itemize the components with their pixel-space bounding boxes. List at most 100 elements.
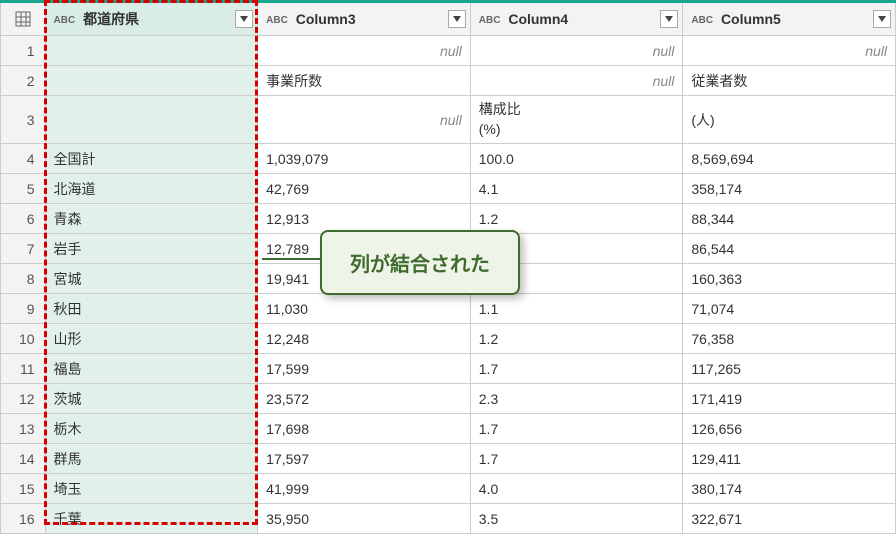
filter-button[interactable] (660, 10, 678, 28)
cell-c4[interactable]: null (470, 66, 683, 96)
cell-c4[interactable]: 3.5 (470, 504, 683, 534)
table-row: 16千葉35,9503.5322,671 (1, 504, 896, 534)
column-header-column3[interactable]: ABC Column3 (258, 2, 471, 36)
row-number[interactable]: 3 (1, 96, 46, 144)
table-row: 13栃木17,6981.7126,656 (1, 414, 896, 444)
cell-c5[interactable]: 358,174 (683, 174, 896, 204)
text-type-icon: ABC (479, 15, 501, 26)
cell-c3[interactable]: null (258, 96, 471, 144)
cell-c5[interactable]: 126,656 (683, 414, 896, 444)
row-number[interactable]: 8 (1, 264, 46, 294)
row-number[interactable]: 12 (1, 384, 46, 414)
cell-c3[interactable]: 17,599 (258, 354, 471, 384)
cell-c5[interactable]: 71,074 (683, 294, 896, 324)
text-type-icon: ABC (266, 15, 288, 26)
column-label: Column4 (508, 11, 568, 27)
cell-prefecture[interactable]: 群馬 (45, 444, 258, 474)
cell-prefecture[interactable]: 岩手 (45, 234, 258, 264)
row-number[interactable]: 16 (1, 504, 46, 534)
null-value: null (691, 43, 887, 59)
row-number[interactable]: 5 (1, 174, 46, 204)
annotation-callout: 列が結合された (320, 230, 520, 295)
null-value: null (266, 112, 462, 128)
cell-prefecture[interactable]: 宮城 (45, 264, 258, 294)
cell-prefecture[interactable] (45, 96, 258, 144)
row-number[interactable]: 2 (1, 66, 46, 96)
cell-c3[interactable]: 23,572 (258, 384, 471, 414)
cell-c3[interactable]: 12,248 (258, 324, 471, 354)
cell-c3[interactable]: 42,769 (258, 174, 471, 204)
null-value: null (479, 43, 675, 59)
cell-c3[interactable]: 17,597 (258, 444, 471, 474)
cell-c4[interactable]: 100.0 (470, 144, 683, 174)
cell-c3[interactable]: 17,698 (258, 414, 471, 444)
row-number[interactable]: 4 (1, 144, 46, 174)
row-number[interactable]: 7 (1, 234, 46, 264)
row-number[interactable]: 15 (1, 474, 46, 504)
cell-c5[interactable]: 380,174 (683, 474, 896, 504)
cell-c3[interactable]: 事業所数 (258, 66, 471, 96)
cell-c4[interactable]: 1.1 (470, 294, 683, 324)
cell-prefecture[interactable]: 秋田 (45, 294, 258, 324)
cell-prefecture[interactable]: 茨城 (45, 384, 258, 414)
row-number[interactable]: 13 (1, 414, 46, 444)
cell-c5[interactable]: 129,411 (683, 444, 896, 474)
cell-c3[interactable]: 35,950 (258, 504, 471, 534)
row-number[interactable]: 14 (1, 444, 46, 474)
cell-prefecture[interactable]: 北海道 (45, 174, 258, 204)
column-header-column4[interactable]: ABC Column4 (470, 2, 683, 36)
cell-prefecture[interactable]: 千葉 (45, 504, 258, 534)
callout-text: 列が結合された (350, 254, 490, 276)
cell-c5[interactable]: 従業者数 (683, 66, 896, 96)
cell-c5[interactable]: 8,569,694 (683, 144, 896, 174)
column-label: 都道府県 (83, 11, 139, 27)
cell-c4[interactable]: 4.1 (470, 174, 683, 204)
filter-button[interactable] (448, 10, 466, 28)
cell-c5[interactable]: (人) (683, 96, 896, 144)
chevron-down-icon (878, 16, 886, 22)
cell-c4[interactable]: 4.0 (470, 474, 683, 504)
cell-prefecture[interactable]: 埼玉 (45, 474, 258, 504)
filter-button[interactable] (235, 10, 253, 28)
cell-c5[interactable]: 160,363 (683, 264, 896, 294)
cell-c4[interactable]: 2.3 (470, 384, 683, 414)
cell-prefecture[interactable]: 青森 (45, 204, 258, 234)
text-type-icon: ABC (691, 15, 713, 26)
cell-c4[interactable]: null (470, 36, 683, 66)
column-label: Column5 (721, 11, 781, 27)
column-header-prefecture[interactable]: ABC 都道府県 (45, 2, 258, 36)
row-number[interactable]: 10 (1, 324, 46, 354)
cell-c5[interactable]: 76,358 (683, 324, 896, 354)
cell-c4[interactable]: 構成比 (%) (470, 96, 683, 144)
filter-button[interactable] (873, 10, 891, 28)
table-selector-corner[interactable] (1, 2, 46, 36)
cell-c5[interactable]: 117,265 (683, 354, 896, 384)
cell-c5[interactable]: null (683, 36, 896, 66)
cell-prefecture[interactable]: 全国計 (45, 144, 258, 174)
row-number[interactable]: 1 (1, 36, 46, 66)
cell-c5[interactable]: 171,419 (683, 384, 896, 414)
cell-prefecture[interactable] (45, 66, 258, 96)
cell-c4[interactable]: 1.7 (470, 444, 683, 474)
cell-c4[interactable]: 1.7 (470, 414, 683, 444)
table-row: 4全国計1,039,079100.08,569,694 (1, 144, 896, 174)
column-header-column5[interactable]: ABC Column5 (683, 2, 896, 36)
row-number[interactable]: 9 (1, 294, 46, 324)
cell-c3[interactable]: 11,030 (258, 294, 471, 324)
cell-prefecture[interactable]: 栃木 (45, 414, 258, 444)
cell-c4[interactable]: 1.7 (470, 354, 683, 384)
row-number[interactable]: 11 (1, 354, 46, 384)
cell-c5[interactable]: 88,344 (683, 204, 896, 234)
cell-c3[interactable]: 1,039,079 (258, 144, 471, 174)
cell-c5[interactable]: 86,544 (683, 234, 896, 264)
table-row: 14群馬17,5971.7129,411 (1, 444, 896, 474)
cell-prefecture[interactable]: 福島 (45, 354, 258, 384)
cell-prefecture[interactable] (45, 36, 258, 66)
row-number[interactable]: 6 (1, 204, 46, 234)
cell-c5[interactable]: 322,671 (683, 504, 896, 534)
cell-c3[interactable]: 41,999 (258, 474, 471, 504)
cell-c4[interactable]: 1.2 (470, 324, 683, 354)
table-row: 11福島17,5991.7117,265 (1, 354, 896, 384)
cell-c3[interactable]: null (258, 36, 471, 66)
cell-prefecture[interactable]: 山形 (45, 324, 258, 354)
